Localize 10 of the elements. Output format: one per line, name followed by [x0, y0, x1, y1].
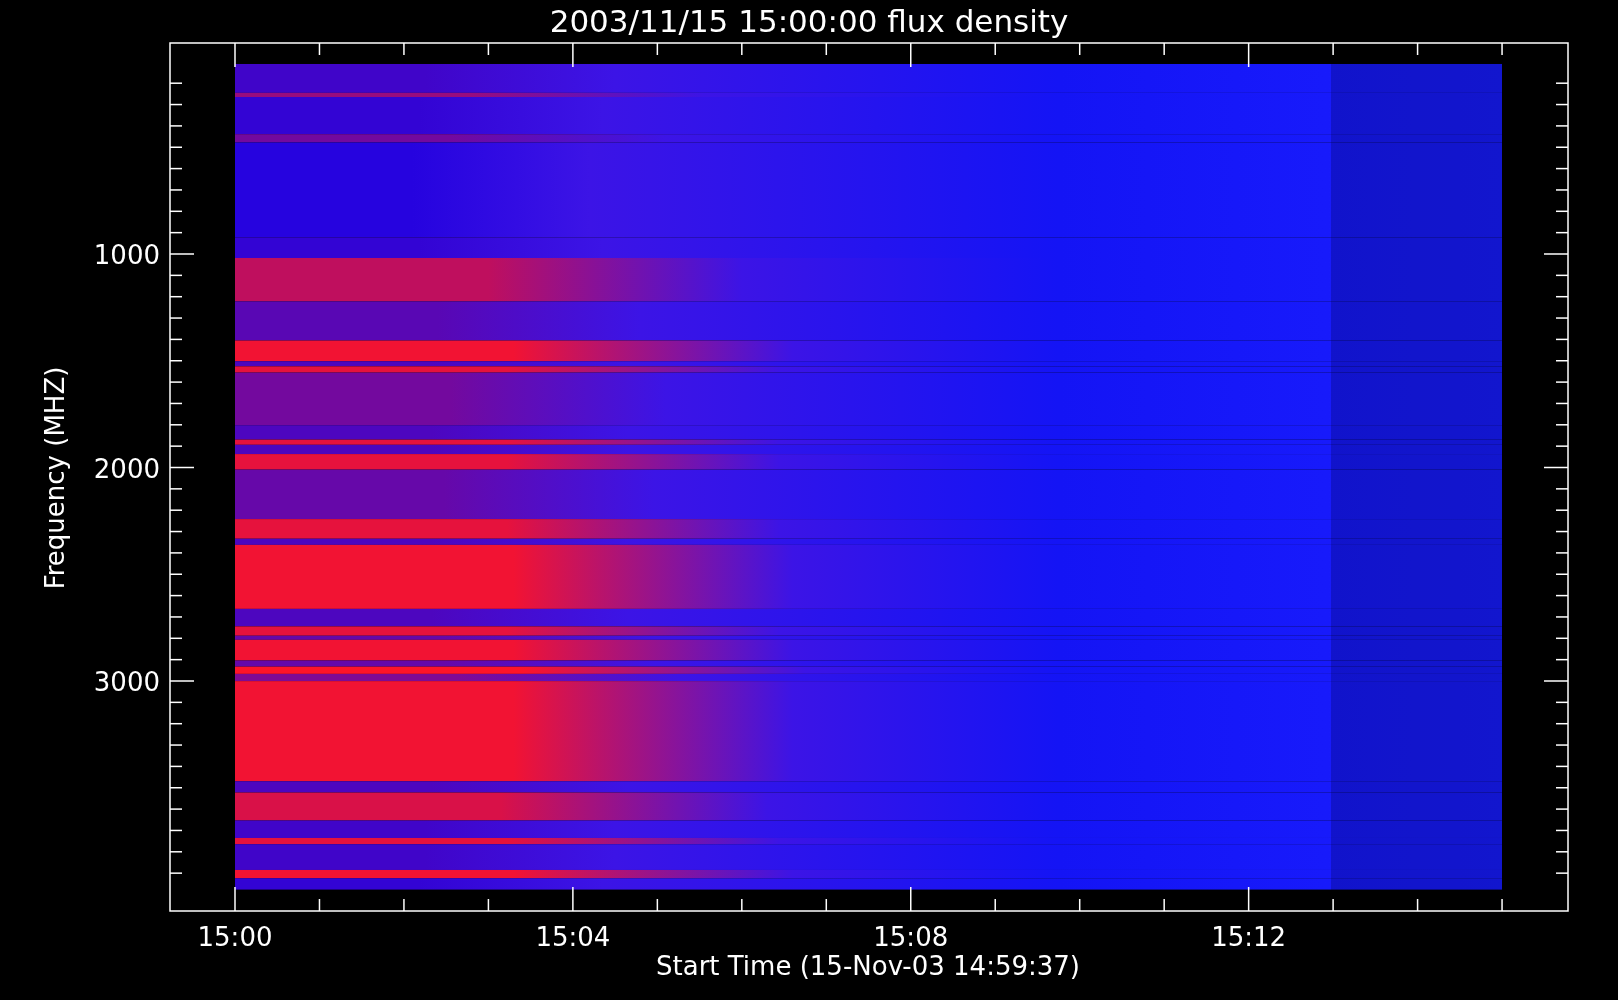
x-axis-label: Start Time (15-Nov-03 14:59:37) — [656, 951, 1080, 981]
y-axis-label: Frequency (MHZ) — [40, 366, 70, 590]
x-tick-label: 15:12 — [1211, 922, 1287, 952]
chart-title: 2003/11/15 15:00:00 flux density — [549, 3, 1069, 39]
x-tick-label: 15:04 — [535, 922, 611, 952]
y-tick-label: 1000 — [93, 240, 160, 270]
y-tick-label: 2000 — [93, 453, 160, 484]
y-tick-label: 3000 — [93, 667, 160, 697]
x-tick-label: 15:08 — [873, 922, 949, 952]
x-tick-label: 15:00 — [197, 922, 273, 952]
